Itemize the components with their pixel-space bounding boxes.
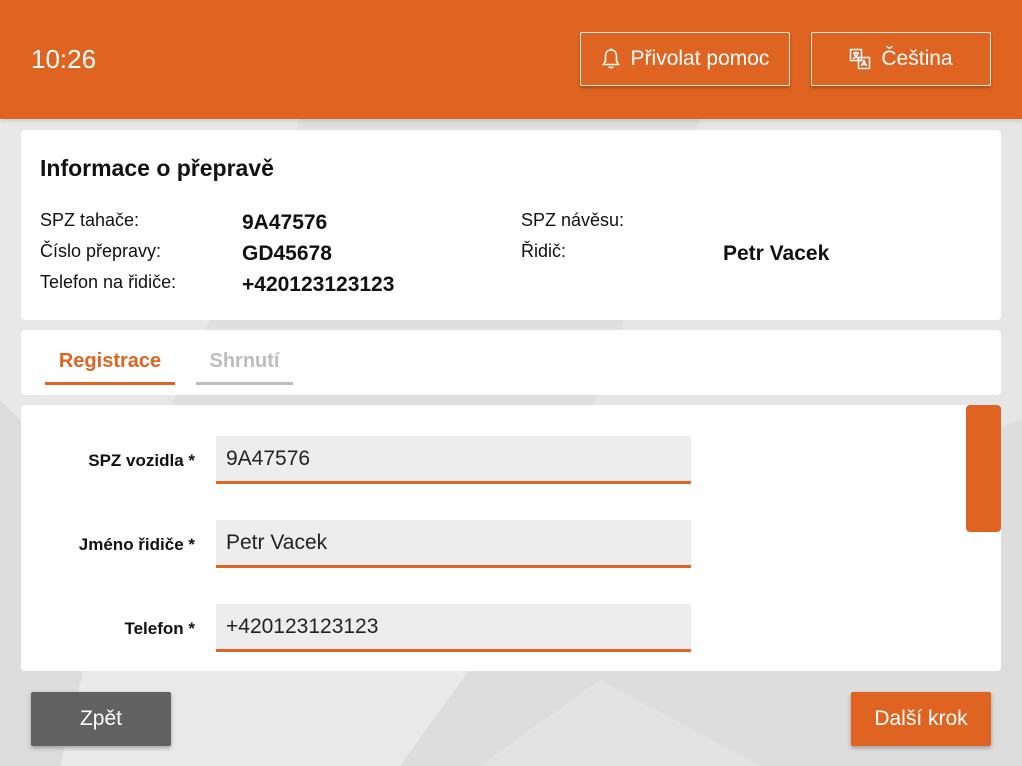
bell-icon — [601, 48, 621, 70]
vehicle-plate-label: SPZ vozidla * — [88, 451, 195, 470]
driver-phone-value: +420123123123 — [242, 273, 395, 296]
trailer-plate-label: SPZ návěsu: — [521, 210, 625, 230]
phone-input[interactable] — [216, 604, 691, 652]
language-button[interactable]: Čeština — [811, 32, 991, 86]
translate-icon — [849, 48, 871, 70]
clock: 10:26 — [31, 44, 97, 74]
back-button[interactable]: Zpět — [31, 692, 171, 746]
phone-label: Telefon * — [124, 619, 195, 638]
tractor-plate-label: SPZ tahače: — [40, 210, 140, 230]
transport-number-label: Číslo přepravy: — [40, 241, 162, 261]
language-label: Čeština — [881, 47, 953, 70]
call-help-label: Přivolat pomoc — [630, 47, 770, 70]
registration-form: SPZ vozidla * Jméno řidiče * Telefon * — [21, 405, 1001, 671]
tabs-bar: Registrace Shrnutí — [21, 330, 1001, 395]
top-bar: 10:26 Přivolat pomoc Čeština — [0, 0, 1022, 119]
transport-info-card: Informace o přepravě SPZ tahače: 9A47576… — [21, 130, 1001, 320]
driver-label: Řidič: — [521, 241, 567, 261]
next-step-button[interactable]: Další krok — [851, 692, 991, 746]
tractor-plate-value: 9A47576 — [242, 211, 328, 234]
call-help-button[interactable]: Přivolat pomoc — [580, 32, 790, 86]
form-scrollbar[interactable] — [966, 405, 1001, 532]
driver-name-input[interactable] — [216, 520, 691, 568]
tab-registration[interactable]: Registrace — [45, 350, 175, 385]
tab-summary[interactable]: Shrnutí — [196, 350, 293, 385]
driver-value: Petr Vacek — [723, 242, 830, 265]
driver-phone-label: Telefon na řidiče: — [40, 272, 177, 292]
transport-number-value: GD45678 — [242, 242, 332, 265]
vehicle-plate-input[interactable] — [216, 436, 691, 484]
driver-name-label: Jméno řidiče * — [78, 535, 195, 554]
transport-info-title: Informace o přepravě — [40, 155, 274, 181]
